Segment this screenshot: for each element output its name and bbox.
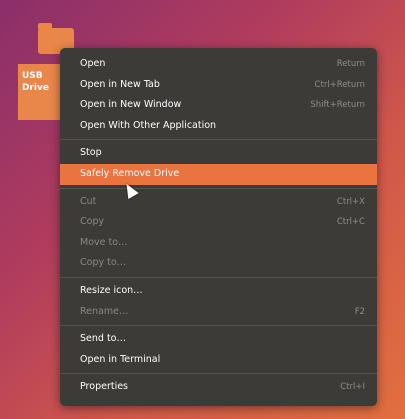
menu-item-copy[interactable]: Copy Ctrl+C xyxy=(60,212,377,233)
menu-item-open-new-window[interactable]: Open in New Window Shift+Return xyxy=(60,95,377,116)
menu-item-label: Resize icon… xyxy=(80,284,143,296)
menu-item-label: Open in New Window xyxy=(80,99,182,111)
menu-separator xyxy=(60,187,377,189)
menu-item-open-new-tab[interactable]: Open in New Tab Ctrl+Return xyxy=(60,75,377,96)
menu-item-label: Send to… xyxy=(80,333,126,345)
menu-item-shortcut: Ctrl+C xyxy=(336,217,365,228)
menu-item-label: Copy xyxy=(80,216,105,228)
menu-item-shortcut: Shift+Return xyxy=(310,100,365,111)
menu-item-shortcut: Ctrl+Return xyxy=(314,79,365,90)
menu-item-label: Open xyxy=(80,58,106,69)
menu-item-safely-remove[interactable]: Safely Remove Drive xyxy=(60,163,377,185)
menu-item-open-with[interactable]: Open With Other Application xyxy=(60,116,377,137)
menu-item-label: Rename… xyxy=(80,305,129,317)
menu-item-stop[interactable]: Stop xyxy=(60,143,377,164)
menu-item-send-to[interactable]: Send to… xyxy=(60,329,377,350)
menu-item-cut[interactable]: Cut Ctrl+X xyxy=(60,192,377,213)
menu-item-properties[interactable]: Properties Ctrl+I xyxy=(60,377,377,398)
menu-item-label: Properties xyxy=(80,381,129,393)
menu-item-label: Copy to… xyxy=(80,257,127,269)
menu-separator xyxy=(60,325,377,327)
menu-item-resize-icon[interactable]: Resize icon… xyxy=(60,281,377,302)
menu-item-copy-to[interactable]: Copy to… xyxy=(60,253,377,274)
menu-item-label: Open With Other Application xyxy=(80,119,217,131)
context-menu: Open Return Open in New Tab Ctrl+Return … xyxy=(60,48,377,406)
menu-separator xyxy=(60,276,377,278)
menu-item-shortcut: Ctrl+I xyxy=(340,382,365,393)
menu-item-move-to[interactable]: Move to… xyxy=(60,233,377,254)
menu-item-label: Open in Terminal xyxy=(80,353,161,365)
menu-item-label: Move to… xyxy=(80,236,128,248)
menu-item-label: Open in New Tab xyxy=(80,78,160,90)
menu-separator xyxy=(60,373,377,375)
menu-item-label: Stop xyxy=(80,147,102,159)
menu-item-rename[interactable]: Rename… F2 xyxy=(60,302,377,323)
menu-item-label: Cut xyxy=(80,195,97,207)
menu-item-shortcut: Return xyxy=(336,59,365,69)
menu-separator xyxy=(60,139,377,141)
menu-item-open-terminal[interactable]: Open in Terminal xyxy=(60,350,377,371)
menu-item-open[interactable]: Open Return xyxy=(60,54,377,75)
menu-item-shortcut: Ctrl+X xyxy=(336,196,365,207)
menu-item-shortcut: F2 xyxy=(354,306,365,317)
